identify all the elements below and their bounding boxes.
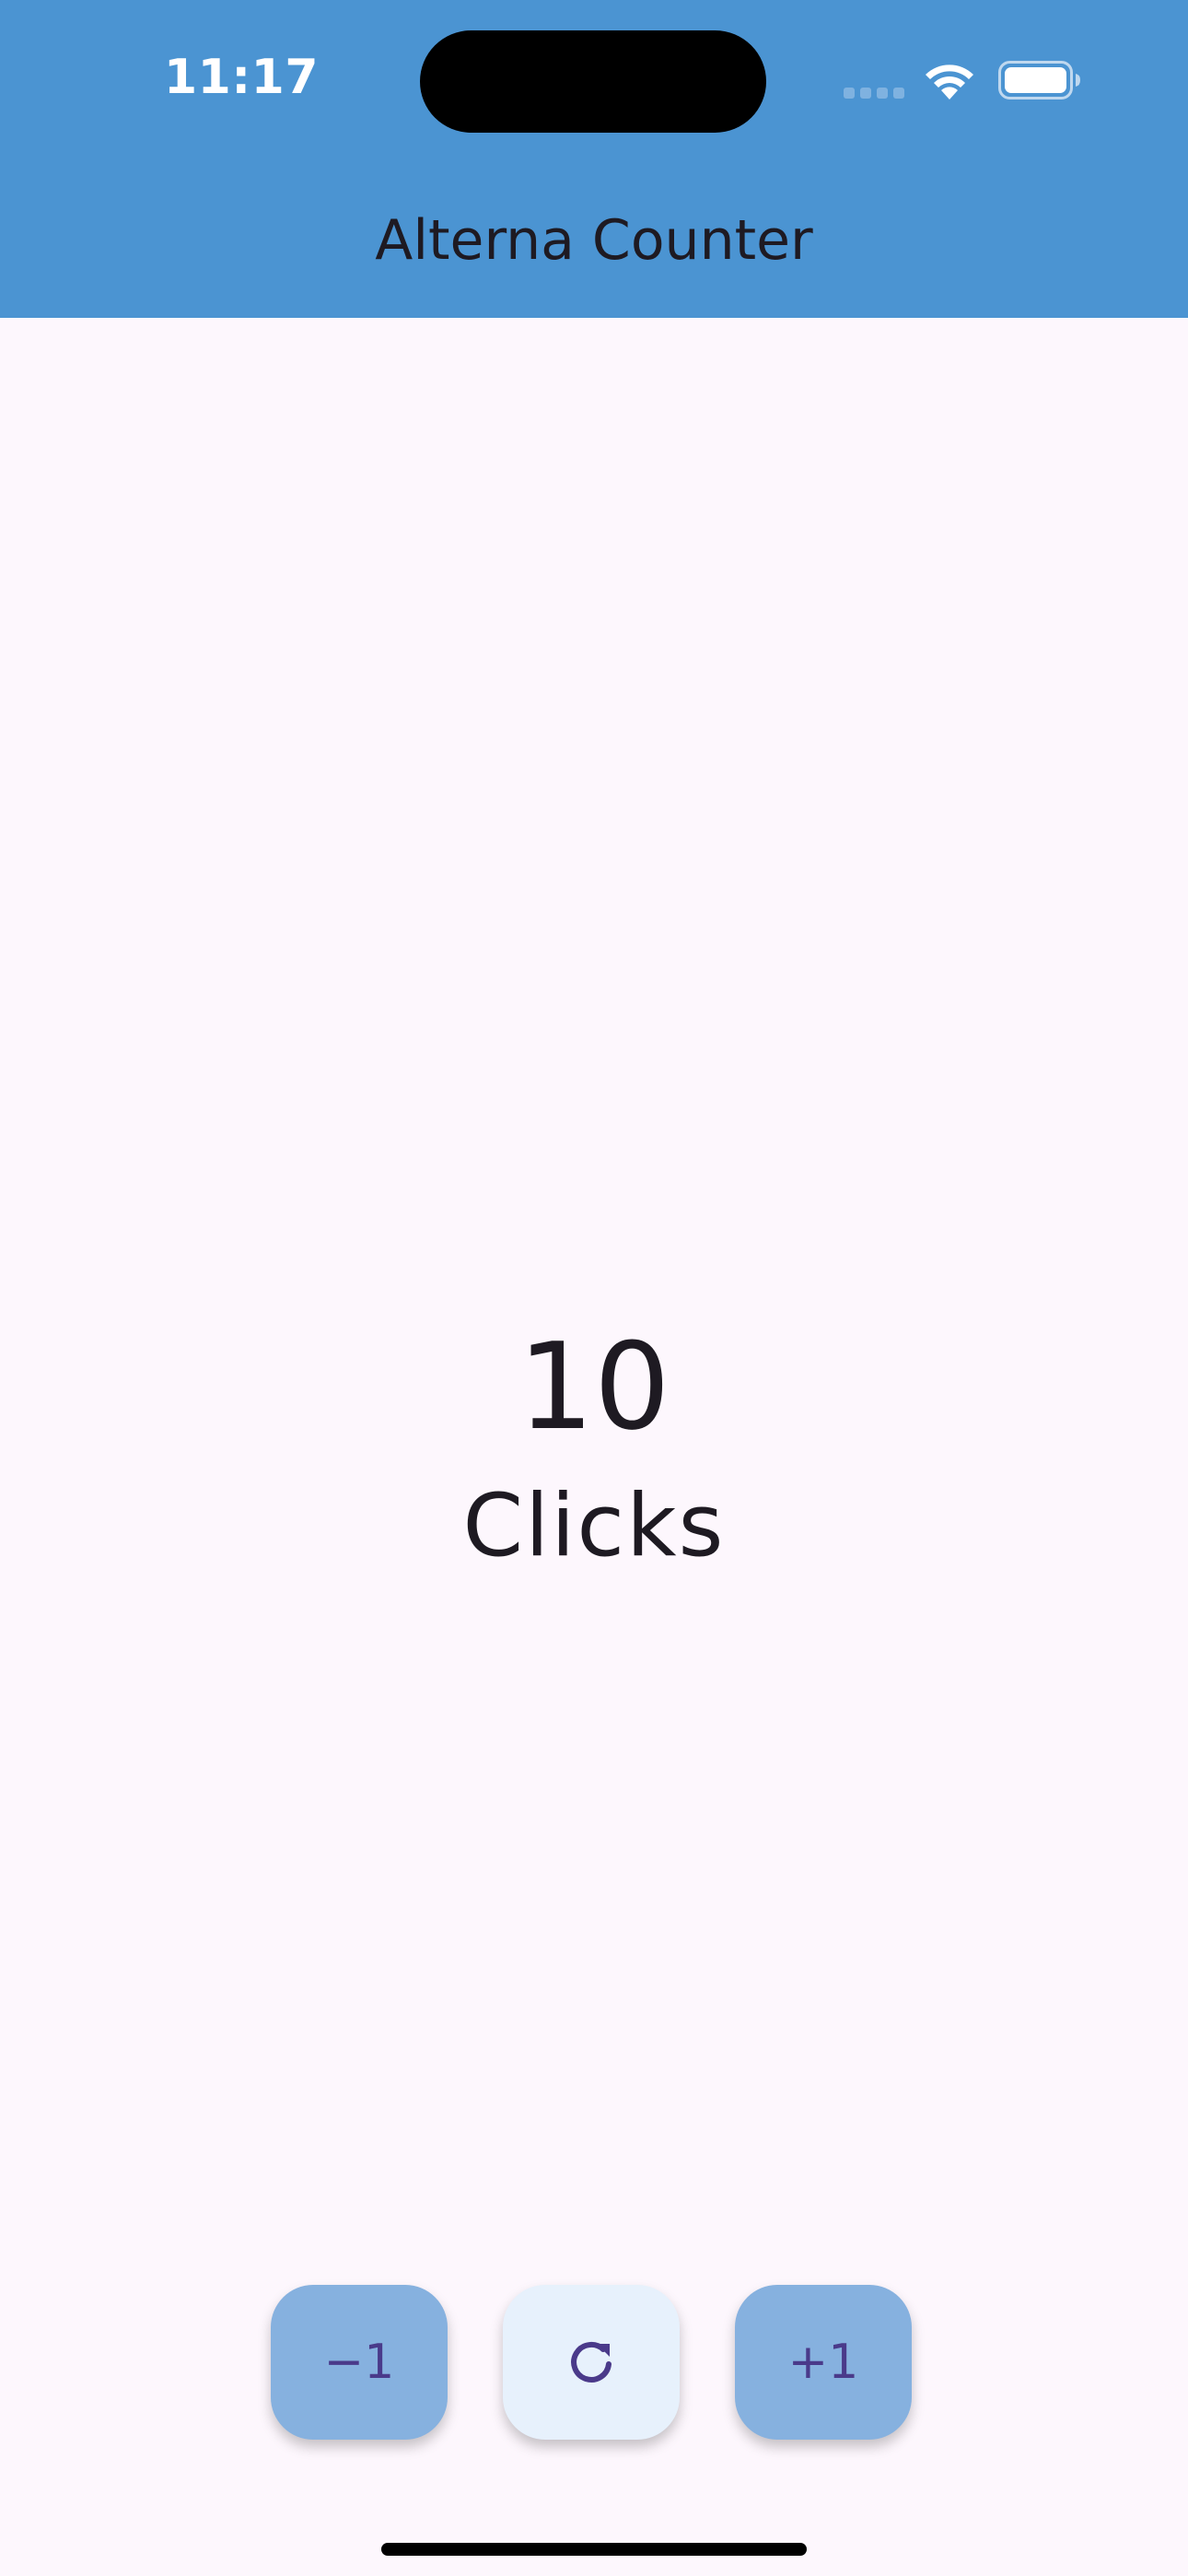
increment-button[interactable]: +1	[735, 2285, 912, 2440]
refresh-icon	[571, 2341, 611, 2383]
cellular-signal-icon	[844, 88, 904, 99]
app-title: Alterna Counter	[375, 208, 813, 273]
app-bar: 11:17 Alterna Counter	[0, 0, 1188, 318]
status-time: 11:17	[164, 50, 320, 105]
reset-button[interactable]	[503, 2285, 680, 2440]
counter-value: 10	[518, 1317, 670, 1457]
app-screen: 11:17 Alterna Counter 10 Clicks −1 +1	[0, 0, 1188, 2576]
wifi-icon	[926, 64, 973, 100]
battery-icon	[998, 61, 1080, 100]
decrement-button[interactable]: −1	[271, 2285, 448, 2440]
counter-label: Clicks	[462, 1476, 726, 1576]
decrement-label: −1	[323, 2335, 395, 2390]
dynamic-island	[420, 30, 766, 133]
home-indicator[interactable]	[381, 2543, 807, 2556]
increment-label: +1	[787, 2335, 859, 2390]
